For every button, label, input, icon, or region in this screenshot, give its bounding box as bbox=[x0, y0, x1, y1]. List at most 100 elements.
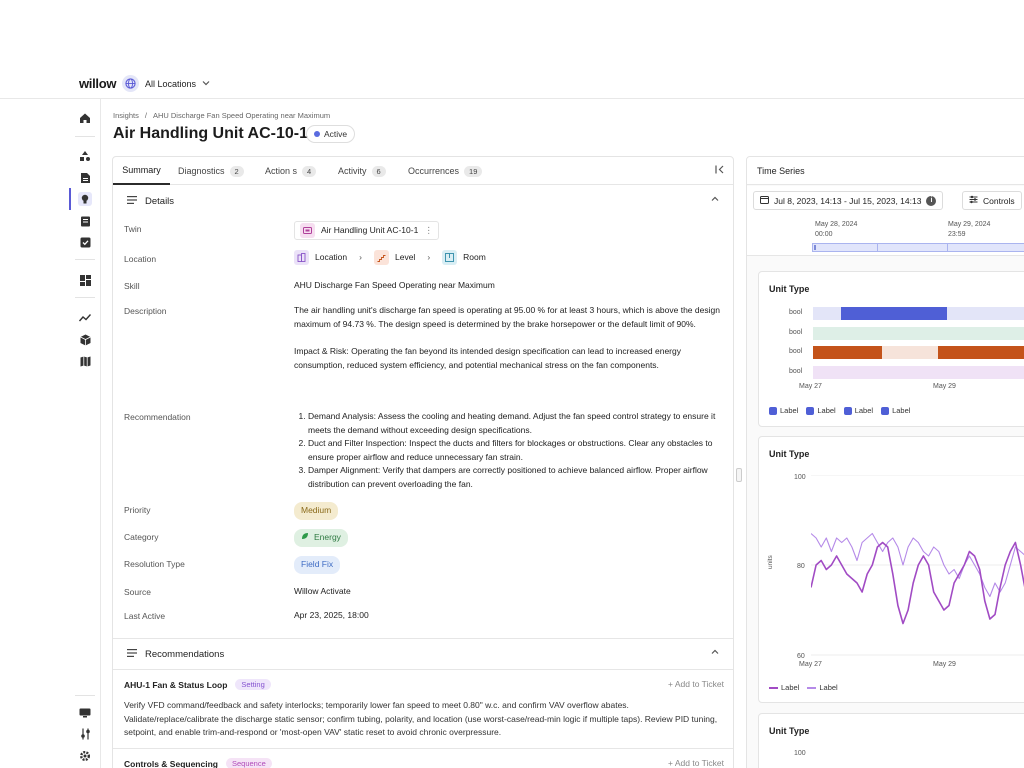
collapse-panel-icon[interactable] bbox=[715, 165, 725, 176]
details-section-header[interactable]: Details bbox=[113, 186, 733, 216]
calendar-icon bbox=[760, 195, 769, 206]
chart-title: Unit Type bbox=[769, 449, 810, 459]
tab-count-badge: 2 bbox=[229, 165, 244, 177]
overview-tick-time: 23:59 bbox=[948, 231, 966, 238]
tab-actions[interactable]: Action s 4 bbox=[265, 157, 317, 185]
section-divider bbox=[113, 748, 733, 749]
breadcrumb-separator: / bbox=[144, 111, 147, 120]
category-label: Category bbox=[124, 532, 159, 542]
panel-resize-handle[interactable] bbox=[736, 468, 742, 482]
location-selector-label: All Locations bbox=[145, 78, 197, 89]
tab-label: Occurrences bbox=[408, 166, 460, 176]
section-divider bbox=[113, 669, 733, 670]
clipboard-icon[interactable] bbox=[78, 214, 92, 228]
tab-label: Summary bbox=[122, 165, 161, 175]
tab-count-badge: 4 bbox=[302, 165, 317, 177]
legend-item[interactable]: Label bbox=[843, 406, 873, 415]
sliders-icon bbox=[969, 195, 978, 206]
chart-title: Unit Type bbox=[769, 284, 810, 294]
monitor-icon[interactable] bbox=[78, 706, 92, 720]
location-path-item[interactable]: Location bbox=[315, 251, 347, 265]
legend-item[interactable]: Label bbox=[769, 683, 799, 692]
app-logo[interactable]: willow bbox=[79, 76, 117, 91]
home-icon[interactable] bbox=[78, 111, 92, 125]
breadcrumb-parent[interactable]: Insights bbox=[113, 111, 139, 120]
controls-label: Controls bbox=[983, 195, 1015, 206]
chevron-up-icon[interactable] bbox=[711, 648, 719, 658]
equipment-icon bbox=[300, 223, 315, 238]
gear-icon[interactable] bbox=[78, 749, 92, 763]
date-range-picker[interactable]: Jul 8, 2023, 14:13 - Jul 15, 2023, 14:13… bbox=[753, 191, 944, 210]
more-options-icon[interactable]: ⋮ bbox=[424, 224, 433, 238]
recommendation-title: Controls & Sequencing bbox=[124, 758, 218, 768]
document-icon[interactable] bbox=[78, 171, 92, 185]
map-icon[interactable] bbox=[78, 354, 92, 368]
legend-swatch bbox=[806, 406, 815, 415]
info-icon[interactable]: i bbox=[926, 195, 937, 206]
page-title: Air Handling Unit AC-10-1 bbox=[113, 125, 308, 142]
add-to-ticket-button[interactable]: + Add to Ticket bbox=[668, 679, 724, 689]
tab-activity[interactable]: Activity 6 bbox=[338, 157, 386, 185]
recommendation-label: Recommendation bbox=[124, 412, 191, 422]
stairs-icon bbox=[373, 250, 389, 265]
controls-button[interactable]: Controls bbox=[962, 191, 1022, 210]
add-to-ticket-label: Add to Ticket bbox=[674, 758, 724, 768]
insight-detail-panel: Summary Diagnostics 2 Action s 4 Activit… bbox=[112, 156, 734, 768]
location-selector[interactable]: All Locations bbox=[122, 73, 210, 94]
list-icon bbox=[127, 195, 137, 207]
legend-item[interactable]: Label bbox=[807, 683, 838, 692]
breadcrumb-current: AHU Discharge Fan Speed Operating near M… bbox=[152, 111, 331, 120]
overview-tick-time: 00:00 bbox=[815, 231, 833, 238]
legend-label: Label bbox=[819, 683, 838, 692]
details-heading: Details bbox=[145, 195, 175, 207]
line-chart-card: Unit Type 100 80 60 units May 27 May 29 … bbox=[758, 436, 1024, 703]
category-chip: Energy bbox=[294, 529, 348, 547]
description-label: Description bbox=[124, 306, 167, 316]
insights-lightbulb-icon[interactable] bbox=[78, 192, 92, 206]
twin-chip[interactable]: Air Handling Unit AC-10-1 ⋮ bbox=[294, 221, 439, 240]
checklist-icon[interactable] bbox=[78, 235, 92, 249]
recommendation-card: AHU-1 Fan & Status Loop Setting + Add to… bbox=[124, 679, 724, 740]
add-to-ticket-button[interactable]: + Add to Ticket bbox=[668, 758, 724, 768]
sidebar-divider bbox=[75, 695, 95, 696]
chevron-right-icon: › bbox=[359, 251, 362, 262]
twin-label: Twin bbox=[124, 224, 142, 234]
legend-item[interactable]: Label bbox=[806, 406, 836, 415]
list-icon bbox=[127, 648, 137, 660]
legend-item[interactable]: Label bbox=[881, 406, 910, 415]
bool-segment bbox=[946, 307, 1024, 320]
chart-legend: Label Label Label Label bbox=[769, 406, 910, 415]
location-path-item[interactable]: Room bbox=[463, 251, 486, 265]
shapes-icon[interactable] bbox=[78, 149, 92, 163]
tab-occurrences[interactable]: Occurrences 19 bbox=[408, 157, 483, 185]
time-series-toolbar: Jul 8, 2023, 14:13 - Jul 15, 2023, 14:13… bbox=[747, 186, 1024, 256]
chevron-up-icon[interactable] bbox=[711, 195, 719, 205]
brush-handle[interactable] bbox=[814, 245, 816, 250]
legend-item[interactable]: Label bbox=[769, 406, 798, 415]
add-to-ticket-label: Add to Ticket bbox=[674, 679, 724, 689]
y-tick-label: 80 bbox=[797, 563, 805, 570]
dashboard-icon[interactable] bbox=[78, 273, 92, 287]
plus-icon: + bbox=[667, 679, 673, 689]
overview-gridline bbox=[877, 244, 878, 251]
recommendations-section-header[interactable]: Recommendations bbox=[113, 639, 733, 669]
bool-timeline-card: Unit Type bool bool bool bool May 27 May 29… bbox=[758, 271, 1024, 427]
tab-diagnostics[interactable]: Diagnostics 2 bbox=[178, 157, 244, 185]
priority-label: Priority bbox=[124, 505, 151, 515]
resolution-chip: Field Fix bbox=[294, 556, 341, 574]
recommendation-card-header: AHU-1 Fan & Status Loop Setting bbox=[124, 679, 724, 690]
recommendation-tag: Sequence bbox=[225, 758, 272, 768]
priority-chip: Medium bbox=[294, 502, 339, 520]
date-range-label: Jul 8, 2023, 14:13 - Jul 15, 2023, 14:13 bbox=[774, 195, 922, 206]
tab-label: Activity bbox=[338, 166, 367, 176]
y-axis-label: units bbox=[767, 555, 774, 569]
tab-summary[interactable]: Summary bbox=[113, 157, 170, 185]
sliders-icon[interactable] bbox=[78, 727, 92, 741]
cube-icon[interactable] bbox=[78, 333, 92, 347]
location-path-item[interactable]: Level bbox=[395, 251, 415, 265]
trend-line-icon[interactable] bbox=[78, 311, 92, 325]
overview-brush-range[interactable] bbox=[812, 243, 1024, 252]
sidebar-divider bbox=[75, 259, 95, 260]
source-label: Source bbox=[124, 587, 151, 597]
last-active-value: Apr 23, 2025, 18:00 bbox=[294, 610, 369, 620]
